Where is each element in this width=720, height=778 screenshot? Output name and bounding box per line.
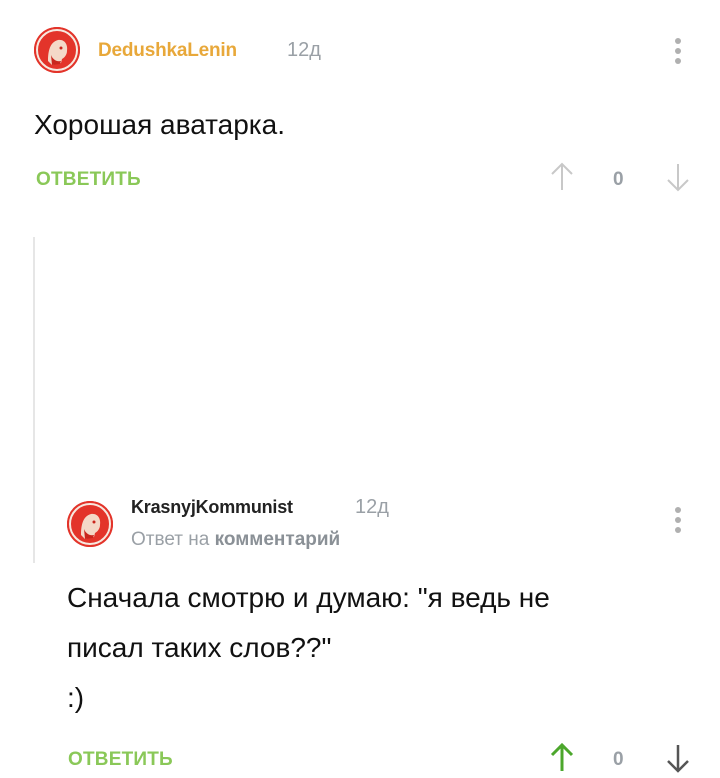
lenin-avatar-icon <box>34 27 80 73</box>
avatar[interactable] <box>34 27 80 73</box>
comment-text-line: Хорошая аватарка. <box>34 109 286 140</box>
upvote-button[interactable] <box>550 742 574 778</box>
arrow-down-icon <box>667 164 689 192</box>
arrow-down-icon <box>667 745 689 773</box>
reply-to-prefix: Ответ на <box>131 529 210 550</box>
reply-button[interactable]: ОТВЕТИТЬ <box>36 169 141 191</box>
comment-text-line: Сначала смотрю и думаю: "я ведь не <box>67 582 550 613</box>
upvote-button[interactable] <box>550 162 574 197</box>
comment: KrasnyjKommunist 12д Ответ на комментари… <box>0 237 720 773</box>
username[interactable]: DedushkaLenin <box>98 40 237 62</box>
avatar[interactable] <box>67 501 113 547</box>
score: 0 <box>613 749 624 770</box>
reply-to-link[interactable]: комментарий <box>215 529 341 550</box>
comment-text-line: писал таких слов??" <box>67 632 332 663</box>
downvote-button[interactable] <box>666 743 690 778</box>
comment-text-line: :) <box>67 682 85 713</box>
more-vertical-icon[interactable] <box>674 507 682 537</box>
score: 0 <box>613 169 624 190</box>
timestamp: 12д <box>355 496 389 518</box>
comment-text: Хорошая аватарка. <box>34 100 285 150</box>
reply-to-label: Ответ на комментарий <box>131 529 340 551</box>
arrow-up-icon <box>551 162 573 190</box>
username[interactable]: KrasnyjKommunist <box>131 497 293 518</box>
timestamp: 12д <box>287 39 321 61</box>
downvote-button[interactable] <box>666 162 690 197</box>
lenin-avatar-icon <box>67 501 113 547</box>
more-vertical-icon[interactable] <box>674 38 682 68</box>
comment: DedushkaLenin 12д Хорошая аватарка. ОТВЕ… <box>0 0 720 230</box>
comment-text: Сначала смотрю и думаю: "я ведь не писал… <box>67 573 667 723</box>
arrow-up-icon <box>550 742 574 771</box>
reply-button[interactable]: ОТВЕТИТЬ <box>68 749 173 771</box>
